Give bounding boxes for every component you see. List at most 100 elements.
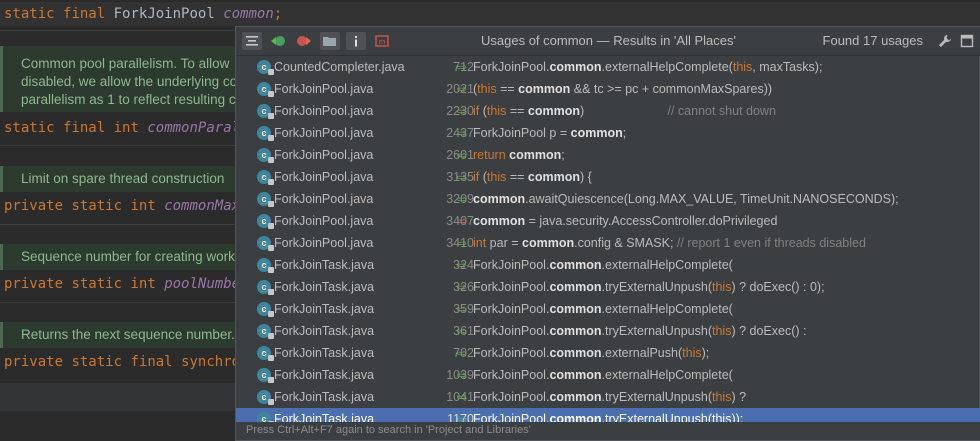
code-token: par = bbox=[486, 236, 522, 250]
code-token: common bbox=[473, 192, 526, 206]
code-line-common-max-spares[interactable]: private static int commonMaxS bbox=[4, 195, 249, 217]
usage-row[interactable]: c ForkJoinPool.java 2230 ⇨ if (this == commo… bbox=[236, 100, 980, 122]
usage-code: ForkJoinPool.common.externalPush(this); bbox=[473, 342, 709, 364]
usage-code: ForkJoinPool.common.externalHelpComplete… bbox=[473, 254, 733, 276]
usage-row[interactable]: c ForkJoinTask.java 1039 ⇨ ForkJoinPool.comm… bbox=[236, 364, 980, 386]
read-access-icon: ⇨ bbox=[457, 104, 468, 118]
code-token: common bbox=[518, 82, 571, 96]
code-token: this bbox=[732, 60, 753, 74]
semicolon: ; bbox=[273, 6, 283, 22]
keyword: static bbox=[71, 354, 123, 370]
java-class-icon: c bbox=[257, 126, 274, 141]
usage-row[interactable]: c ForkJoinPool.java 2601 ⇨ return common; bbox=[236, 144, 980, 166]
code-line-common-parallelism[interactable]: static final int commonParall bbox=[4, 117, 249, 139]
usage-row[interactable]: c ForkJoinPool.java 3410 ⇨ int par = common.… bbox=[236, 232, 980, 254]
usage-row[interactable]: c ForkJoinPool.java 3407 ⇨ common = java.sec… bbox=[236, 210, 980, 232]
usage-row[interactable]: c ForkJoinTask.java 324 ⇨ ForkJoinPool.commo… bbox=[236, 254, 980, 276]
usage-row[interactable]: c ForkJoinTask.java 361 ⇨ ForkJoinPool.commo… bbox=[236, 320, 980, 342]
code-token: this bbox=[486, 104, 507, 118]
file-name: ForkJoinTask.java bbox=[274, 346, 375, 360]
file-name: ForkJoinPool.java bbox=[274, 148, 374, 162]
read-access-icon: ⇨ bbox=[457, 368, 468, 382]
code-token: ForkJoinPool. bbox=[473, 280, 550, 294]
code-token: ForkJoinPool. bbox=[473, 390, 550, 404]
code-token: common bbox=[549, 390, 602, 404]
code-token: ForkJoinPool. bbox=[473, 60, 550, 74]
usage-row[interactable]: c CountedCompleter.java 712 ⇨ ForkJoinPool.c… bbox=[236, 56, 980, 78]
code-token: .externalPush( bbox=[601, 346, 683, 360]
code-token: common bbox=[549, 280, 602, 294]
usage-code: if (this == common) { bbox=[473, 166, 592, 188]
java-class-icon: c bbox=[257, 60, 274, 75]
file-name: ForkJoinPool.java bbox=[274, 82, 374, 96]
doc-text: Common pool parallelism. To allow bbox=[21, 56, 230, 71]
code-token: == bbox=[496, 82, 519, 96]
code-token: , maxTasks); bbox=[752, 60, 823, 74]
usage-row[interactable]: c ForkJoinPool.java 3135 ⇨ if (this == commo… bbox=[236, 166, 980, 188]
code-line-common-field[interactable]: static final ForkJoinPool common; bbox=[4, 3, 282, 25]
code-token: == bbox=[506, 170, 528, 184]
java-class-icon: c bbox=[257, 104, 274, 119]
code-line-pool-number[interactable]: private static int poolNumber bbox=[4, 273, 249, 295]
file-name: ForkJoinTask.java bbox=[274, 258, 375, 272]
java-class-icon: c bbox=[257, 214, 274, 229]
java-class-icon: c bbox=[257, 82, 274, 97]
keyword: int bbox=[130, 198, 156, 214]
file-name: ForkJoinPool.java bbox=[274, 126, 374, 140]
code-token: .externalHelpComplete( bbox=[601, 368, 733, 382]
file-name: ForkJoinPool.java bbox=[274, 236, 374, 250]
file-name: ForkJoinPool.java bbox=[274, 104, 374, 118]
read-access-icon: ⇨ bbox=[457, 148, 468, 162]
code-token: ( bbox=[479, 104, 487, 118]
java-class-icon: c bbox=[257, 368, 274, 383]
usage-row[interactable]: c ForkJoinTask.java 359 ⇨ ForkJoinPool.commo… bbox=[236, 298, 980, 320]
file-name: ForkJoinTask.java bbox=[274, 390, 375, 404]
keyword: static bbox=[4, 6, 55, 22]
keyword: final bbox=[63, 6, 106, 22]
read-access-icon: ⇨ bbox=[457, 60, 468, 74]
doc-text: Sequence number for creating work bbox=[21, 249, 235, 264]
field-name: commonParall bbox=[147, 120, 249, 136]
usage-row[interactable]: c ForkJoinPool.java 2021 ⇨ (this == common &… bbox=[236, 78, 980, 100]
usage-code: common.awaitQuiescence(Long.MAX_VALUE, T… bbox=[473, 188, 899, 210]
java-class-icon: c bbox=[257, 324, 274, 339]
code-token: ForkJoinPool. bbox=[473, 368, 550, 382]
usage-row[interactable]: c ForkJoinTask.java 326 ⇨ ForkJoinPool.commo… bbox=[236, 276, 980, 298]
usage-row[interactable]: c ForkJoinTask.java 702 ⇨ ForkJoinPool.commo… bbox=[236, 342, 980, 364]
file-name: ForkJoinTask.java bbox=[274, 324, 375, 338]
usages-list[interactable]: c CountedCompleter.java 712 ⇨ ForkJoinPool.c… bbox=[236, 56, 980, 430]
usage-code: int par = common.config & SMASK; // repo… bbox=[473, 232, 866, 254]
open-in-window-icon[interactable] bbox=[959, 33, 975, 49]
doc-text: parallelism as 1 to reflect resulting c bbox=[21, 92, 236, 107]
code-token: this bbox=[712, 324, 732, 338]
code-token: // cannot shut down bbox=[584, 104, 776, 118]
usage-row[interactable]: c ForkJoinPool.java 3209 ⇨ common.awaitQuies… bbox=[236, 188, 980, 210]
code-token: ) ? bbox=[731, 390, 747, 404]
read-access-icon: ⇨ bbox=[457, 236, 468, 250]
keyword: private bbox=[4, 198, 64, 214]
usage-row[interactable]: c ForkJoinTask.java 1041 ⇨ ForkJoinPool.comm… bbox=[236, 386, 980, 408]
file-name: ForkJoinTask.java bbox=[274, 302, 375, 316]
file-name: ForkJoinPool.java bbox=[274, 170, 374, 184]
code-token: this bbox=[712, 390, 732, 404]
doc-text: disabled, we allow the underlying co bbox=[21, 74, 238, 89]
file-name: ForkJoinPool.java bbox=[274, 192, 374, 206]
find-usages-popup[interactable]: m Usages of common — Results in 'All Pla… bbox=[235, 26, 980, 441]
java-class-icon: c bbox=[257, 346, 274, 361]
code-token: ForkJoinPool. bbox=[473, 302, 550, 316]
code-token: .config & SMASK; bbox=[574, 236, 677, 250]
read-access-icon: ⇨ bbox=[457, 170, 468, 184]
code-token: && tc >= pc + commonMaxSpares)) bbox=[570, 82, 773, 96]
read-access-icon: ⇨ bbox=[457, 258, 468, 272]
wrench-icon[interactable] bbox=[937, 33, 953, 49]
code-token: ; bbox=[561, 148, 565, 162]
usage-code: common = java.security.AccessController.… bbox=[473, 210, 777, 232]
code-token: ); bbox=[701, 346, 710, 360]
code-token: ForkJoinPool p = bbox=[473, 126, 571, 140]
usage-code: ForkJoinPool p = common; bbox=[473, 122, 626, 144]
usage-code: (this == common && tc >= pc + commonMaxS… bbox=[473, 78, 772, 100]
usage-row[interactable]: c ForkJoinPool.java 2437 ⇨ ForkJoinPool p = … bbox=[236, 122, 980, 144]
code-line-next-pool-id[interactable]: private static final synchron bbox=[4, 351, 249, 373]
code-token: .tryExternalUnpush( bbox=[601, 390, 712, 404]
read-access-icon: ⇨ bbox=[457, 82, 468, 96]
